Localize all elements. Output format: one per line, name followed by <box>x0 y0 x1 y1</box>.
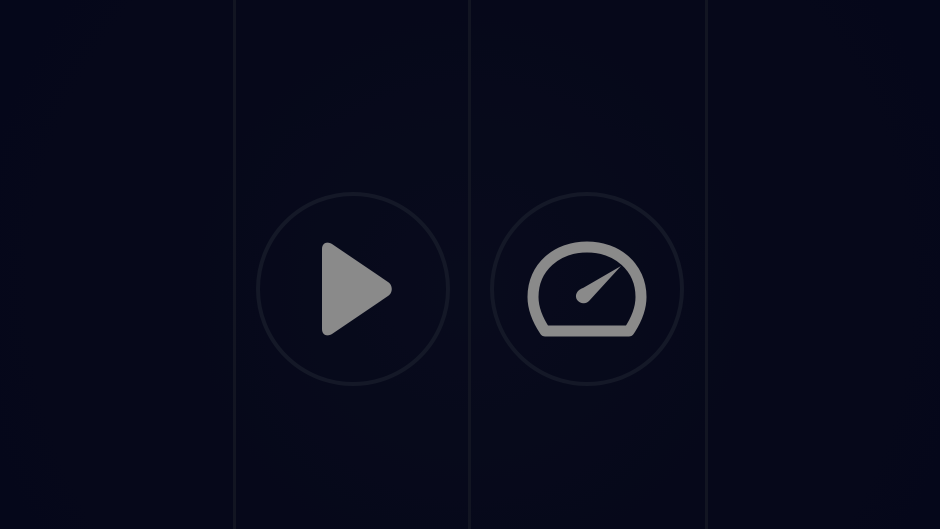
divider-2 <box>468 0 471 529</box>
divider-3 <box>705 0 708 529</box>
play-icon <box>322 242 392 336</box>
playback-speed-button[interactable] <box>490 192 684 386</box>
divider-1 <box>233 0 236 529</box>
speedometer-icon <box>527 241 647 337</box>
play-button[interactable] <box>256 192 450 386</box>
player-overlay <box>0 0 940 529</box>
